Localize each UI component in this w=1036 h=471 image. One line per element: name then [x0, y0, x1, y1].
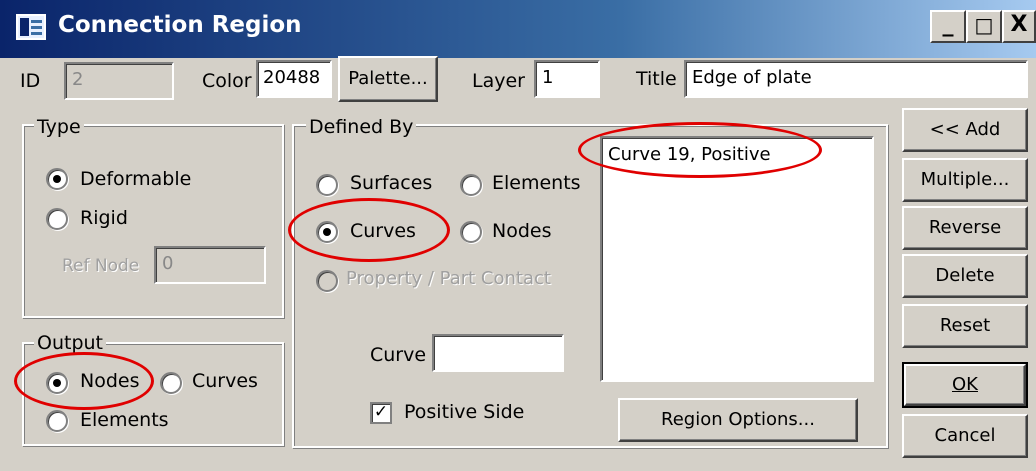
reset-button[interactable]: Reset [902, 304, 1028, 348]
radio-property-part-contact [316, 270, 338, 292]
ref-node-label: Ref Node [62, 256, 140, 276]
reverse-button[interactable]: Reverse [902, 206, 1028, 250]
radio-curves[interactable] [316, 221, 338, 243]
layer-field[interactable]: 1 [534, 60, 600, 98]
label-output-elements[interactable]: Elements [80, 409, 169, 431]
title-field[interactable]: Edge of plate [684, 60, 1028, 98]
radio-output-elements[interactable] [46, 410, 68, 432]
region-listbox[interactable]: Curve 19, Positive [600, 136, 874, 382]
ok-button[interactable]: OK [902, 362, 1028, 408]
window-title: Connection Region [58, 12, 302, 38]
add-button[interactable]: << Add [902, 108, 1028, 152]
radio-surfaces[interactable] [316, 174, 338, 196]
title-bar[interactable]: Connection Region _ □ X [0, 0, 1036, 58]
label-output-curves[interactable]: Curves [192, 370, 258, 392]
type-legend: Type [34, 116, 84, 138]
positive-side-checkbox[interactable]: ✓ [370, 402, 392, 424]
radio-elements[interactable] [460, 174, 482, 196]
radio-nodes[interactable] [460, 221, 482, 243]
radio-rigid[interactable] [46, 208, 68, 230]
label-output-nodes[interactable]: Nodes [80, 370, 140, 392]
minimize-button[interactable]: _ [930, 10, 966, 43]
label-surfaces[interactable]: Surfaces [350, 172, 432, 194]
layer-label: Layer [472, 70, 525, 92]
title-label: Title [636, 68, 677, 90]
output-legend: Output [34, 332, 106, 354]
label-curves[interactable]: Curves [350, 220, 416, 242]
close-button[interactable]: X [1002, 10, 1036, 43]
maximize-button[interactable]: □ [966, 10, 1002, 43]
region-options-button[interactable]: Region Options... [618, 398, 858, 442]
label-property-part-contact: Property / Part Contact [346, 268, 551, 289]
radio-deformable[interactable] [46, 168, 68, 190]
palette-button[interactable]: Palette... [338, 56, 438, 102]
id-field: 2 [64, 62, 174, 100]
defined-by-legend: Defined By [306, 116, 417, 138]
region-list-item[interactable]: Curve 19, Positive [602, 138, 872, 171]
curve-field[interactable] [432, 334, 564, 372]
radio-output-nodes[interactable] [46, 372, 68, 394]
label-deformable[interactable]: Deformable [80, 168, 191, 190]
cancel-button[interactable]: Cancel [902, 414, 1028, 458]
ref-node-field: 0 [154, 246, 266, 284]
color-label: Color [202, 70, 252, 92]
curve-label: Curve [370, 344, 427, 366]
id-label: ID [20, 70, 41, 92]
delete-button[interactable]: Delete [902, 254, 1028, 298]
color-field[interactable]: 20488 [256, 60, 332, 98]
multiple-button[interactable]: Multiple... [902, 158, 1028, 202]
radio-output-curves[interactable] [160, 372, 182, 394]
positive-side-label[interactable]: Positive Side [404, 401, 524, 423]
label-rigid[interactable]: Rigid [80, 207, 128, 229]
label-nodes[interactable]: Nodes [492, 220, 552, 242]
app-icon [16, 14, 46, 40]
label-elements[interactable]: Elements [492, 172, 581, 194]
